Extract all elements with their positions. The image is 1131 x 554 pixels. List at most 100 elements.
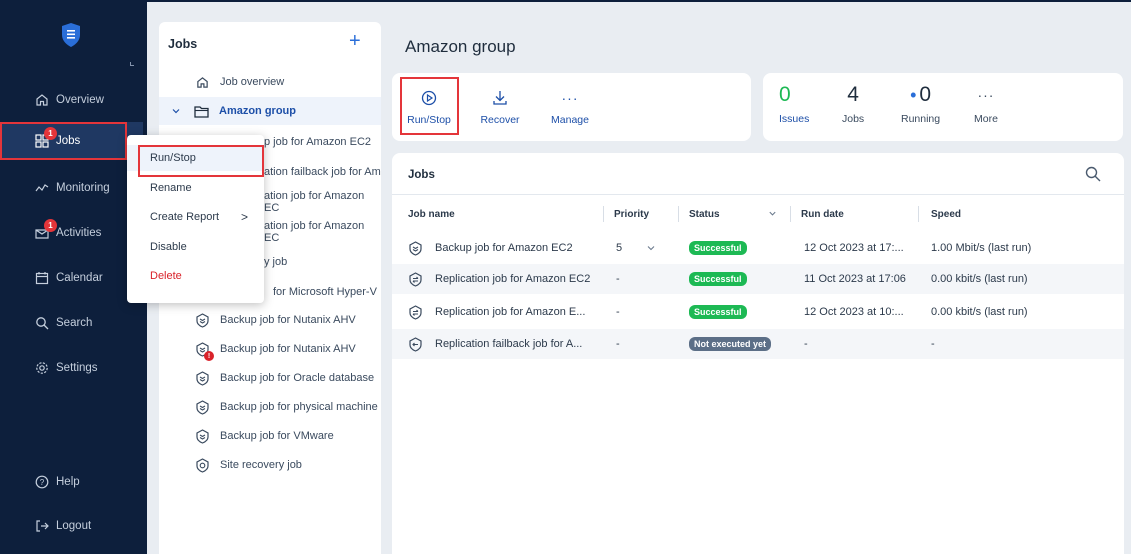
tree-item-label: p job for Amazon EC2 — [264, 136, 372, 148]
job-name: Replication failback job for A... — [435, 338, 583, 350]
logout-icon — [34, 518, 50, 534]
nav-jobs-label: Jobs — [56, 135, 81, 147]
nav-logout-label: Logout — [56, 520, 92, 532]
table-row[interactable]: Backup job for Amazon EC2 5 Successful 1… — [392, 233, 1124, 263]
chevron-down-icon[interactable] — [646, 243, 656, 253]
jobs-count: 4 — [847, 83, 859, 106]
status-badge: Successful — [689, 305, 747, 319]
nav-search[interactable]: Search — [0, 304, 143, 342]
home-icon — [194, 74, 210, 90]
job-speed: 1.00 Mbit/s (last run) — [931, 242, 1032, 254]
job-priority: - — [616, 273, 620, 285]
menu-item-rename[interactable]: Rename — [127, 175, 264, 201]
menu-item-label: Run/Stop — [150, 152, 196, 164]
nav-overview-label: Overview — [56, 94, 104, 106]
nav-monitoring[interactable]: Monitoring — [0, 169, 143, 207]
tree-item-oracle[interactable]: Backup job for Oracle database — [159, 364, 381, 392]
table-row[interactable]: Replication job for Amazon EC2 - Success… — [392, 264, 1124, 294]
home-icon — [34, 92, 50, 108]
nav-help-label: Help — [56, 476, 80, 488]
job-priority: - — [616, 338, 620, 350]
table-row[interactable]: Replication failback job for A... - Not … — [392, 329, 1124, 359]
more-button[interactable]: ··· More — [974, 83, 998, 125]
tree-item-amazon-group[interactable]: Amazon group — [159, 97, 381, 125]
col-separator — [678, 206, 679, 222]
job-speed: - — [931, 338, 935, 350]
tree-item-nutanix-1[interactable]: Backup job for Nutanix AHV — [159, 306, 381, 334]
chevron-down-icon[interactable] — [768, 207, 777, 221]
col-header-status[interactable]: Status — [689, 209, 720, 220]
page-title: Amazon group — [405, 37, 516, 56]
menu-item-delete[interactable]: Delete — [127, 263, 264, 289]
tree-item-vmware[interactable]: Backup job for VMware — [159, 422, 381, 450]
more-horizontal-icon: ··· — [977, 87, 995, 103]
nav-activities[interactable]: 1 Activities — [0, 214, 143, 252]
menu-item-disable[interactable]: Disable — [127, 234, 264, 260]
nav-jobs[interactable]: 1 Jobs — [0, 122, 143, 160]
failback-job-icon — [409, 336, 422, 352]
backup-job-icon — [194, 312, 210, 328]
collapse-sidebar-icon[interactable] — [130, 62, 134, 66]
table-row[interactable]: Replication job for Amazon E... - Succes… — [392, 297, 1124, 327]
manage-label: Manage — [551, 114, 589, 126]
menu-item-create-report[interactable]: Create Report > — [127, 204, 264, 230]
tree-item-label: Amazon group — [219, 105, 296, 117]
nav-settings[interactable]: Settings — [0, 349, 143, 387]
jobs-icon: 1 — [34, 127, 57, 149]
job-speed: 0.00 kbit/s (last run) — [931, 273, 1028, 285]
job-run-date: 12 Oct 2023 at 17:... — [804, 242, 904, 254]
menu-item-label: Disable — [150, 241, 187, 253]
run-stop-button[interactable]: Run/Stop — [405, 73, 453, 141]
status-badge: Successful — [689, 272, 747, 286]
job-name: Replication job for Amazon EC2 — [435, 273, 591, 285]
tree-item-label: ation failback job for Am — [264, 166, 381, 178]
run-stop-label: Run/Stop — [407, 114, 451, 126]
tree-item-label: Backup job for physical machine — [220, 401, 378, 413]
nav-overview[interactable]: Overview — [0, 81, 143, 119]
stat-running: • 0 Running — [901, 83, 940, 125]
nav-calendar[interactable]: Calendar — [0, 259, 143, 297]
add-job-button[interactable]: + — [349, 31, 361, 51]
tree-item-nutanix-2[interactable]: ! Backup job for Nutanix AHV — [159, 335, 381, 363]
col-header-speed[interactable]: Speed — [931, 209, 961, 220]
tree-item-site-recovery-2[interactable]: Site recovery job — [159, 451, 381, 479]
col-header-job-name[interactable]: Job name — [408, 209, 455, 220]
replication-job-icon — [409, 271, 422, 287]
replication-job-icon — [409, 304, 422, 320]
tree-item-label: Backup job for VMware — [220, 430, 334, 442]
error-icon: ! — [204, 351, 214, 361]
manage-button[interactable]: ··· Manage — [546, 73, 594, 141]
col-header-priority[interactable]: Priority — [614, 209, 649, 220]
col-header-run-date[interactable]: Run date — [801, 209, 844, 220]
backup-job-icon — [194, 428, 210, 444]
actions-toolbar: Run/Stop Recover ··· Manage — [392, 73, 751, 141]
menu-item-run-stop[interactable]: Run/Stop — [127, 145, 264, 177]
monitoring-icon — [34, 180, 50, 196]
tree-item-label: for Microsoft Hyper-V — [273, 286, 377, 298]
stat-issues[interactable]: 0 Issues — [779, 83, 809, 125]
issues-label: Issues — [779, 113, 810, 125]
help-icon: ? — [34, 474, 50, 490]
tree-item-job-overview[interactable]: Job overview — [159, 68, 381, 96]
nav-logout[interactable]: Logout — [0, 507, 143, 545]
activities-badge: 1 — [44, 219, 57, 232]
nav-help[interactable]: ? Help — [0, 463, 143, 501]
job-priority: - — [616, 306, 620, 318]
gear-icon — [34, 360, 50, 376]
backup-job-icon — [194, 399, 210, 415]
nav-activities-label: Activities — [56, 227, 102, 239]
play-icon — [419, 88, 439, 108]
sidebar: Overview 1 Jobs Monitoring 1 Activities … — [0, 0, 143, 554]
running-dot-icon: • — [910, 85, 917, 105]
more-horizontal-icon: ··· — [561, 90, 579, 106]
chevron-down-icon[interactable] — [171, 106, 183, 116]
download-icon — [490, 88, 510, 108]
recover-button[interactable]: Recover — [476, 73, 524, 141]
tree-item-physical[interactable]: Backup job for physical machine — [159, 393, 381, 421]
job-run-date: - — [804, 338, 808, 350]
running-count: 0 — [919, 83, 932, 106]
calendar-icon — [34, 270, 50, 286]
search-icon[interactable] — [1084, 165, 1102, 183]
running-label: Running — [901, 113, 941, 125]
job-run-date: 12 Oct 2023 at 10:... — [804, 306, 904, 318]
